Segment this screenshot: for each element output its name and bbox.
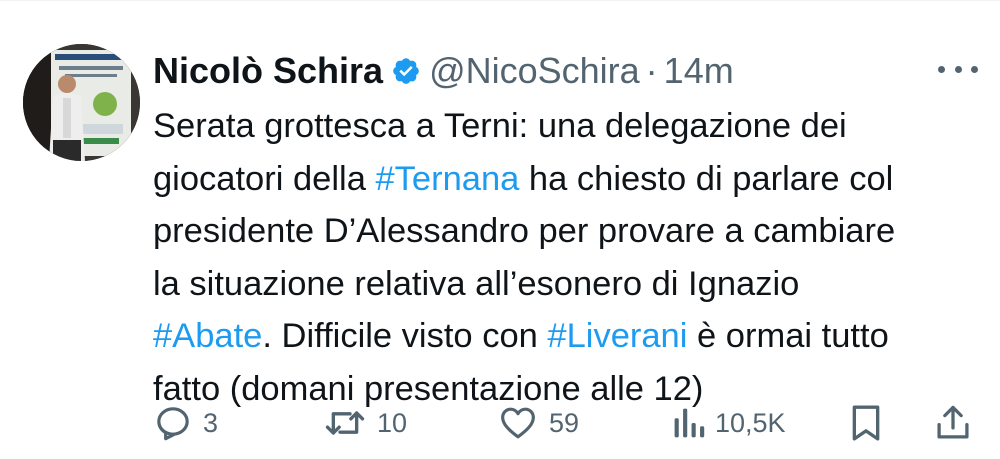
more-options-icon[interactable] — [938, 57, 978, 81]
tweet-text-segment: è ormai tutto — [687, 317, 889, 355]
views-button[interactable]: 10,5K — [673, 398, 786, 448]
retweet-count: 10 — [377, 407, 408, 438]
share-button[interactable] — [935, 398, 971, 448]
tweet-text-segment: giocatori della — [153, 159, 376, 198]
reply-icon — [157, 407, 189, 441]
avatar-photo — [23, 44, 140, 161]
tweet-text-line: giocatori della #Ternana ha chiesto di p… — [153, 153, 983, 206]
avatar[interactable] — [23, 44, 140, 161]
hashtag-link[interactable]: #Abate — [153, 317, 262, 355]
share-icon — [937, 405, 969, 439]
retweet-icon — [325, 411, 365, 435]
like-button[interactable]: 59 — [497, 398, 579, 448]
hashtag-link[interactable]: #Liverani — [547, 317, 687, 355]
like-count: 59 — [549, 407, 580, 438]
reply-button[interactable]: 3 — [153, 398, 218, 448]
tweet-text-line: Serata grottesca a Terni: una delegazion… — [153, 100, 983, 153]
tweet-text-line: la situazione relativa all’esonero di Ig… — [153, 258, 983, 311]
separator-dot: · — [645, 50, 658, 91]
hashtag-link[interactable]: #Ternana — [375, 160, 519, 198]
bookmark-button[interactable] — [849, 398, 883, 448]
tweet-text-segment: Serata grottesca a Terni: una delegazion… — [153, 107, 847, 145]
retweet-button[interactable]: 10 — [323, 398, 407, 448]
top-divider — [0, 0, 1000, 1]
views-count: 10,5K — [715, 407, 786, 438]
action-bar: 3 10 59 10,5K — [0, 398, 1000, 448]
reply-count: 3 — [203, 407, 219, 438]
verified-badge-icon — [393, 58, 419, 84]
tweet-text: Serata grottesca a Terni: una delegazion… — [153, 100, 983, 415]
tweet-text-segment: la situazione relativa all’esonero di Ig… — [153, 264, 800, 303]
tweet-text-segment: presidente D’Alessandro per provare a ca… — [153, 212, 896, 250]
tweet-text-segment: . Difficile visto con — [262, 317, 548, 355]
heart-icon — [501, 407, 535, 439]
tweet-text-segment: ha chiesto di parlare col — [519, 159, 894, 198]
tweet-text-line: #Abate. Difficile visto con #Liverani è … — [153, 310, 983, 363]
tweet-text-line: presidente D’Alessandro per provare a ca… — [153, 205, 983, 258]
views-chart-icon — [674, 408, 705, 438]
bookmark-icon — [852, 405, 880, 441]
author-handle[interactable]: @NicoSchira — [429, 50, 640, 92]
tweet-header: Nicolò Schira @NicoSchira · 14m — [153, 46, 980, 96]
author-name[interactable]: Nicolò Schira — [153, 50, 383, 92]
tweet-timestamp[interactable]: 14m — [664, 50, 734, 92]
